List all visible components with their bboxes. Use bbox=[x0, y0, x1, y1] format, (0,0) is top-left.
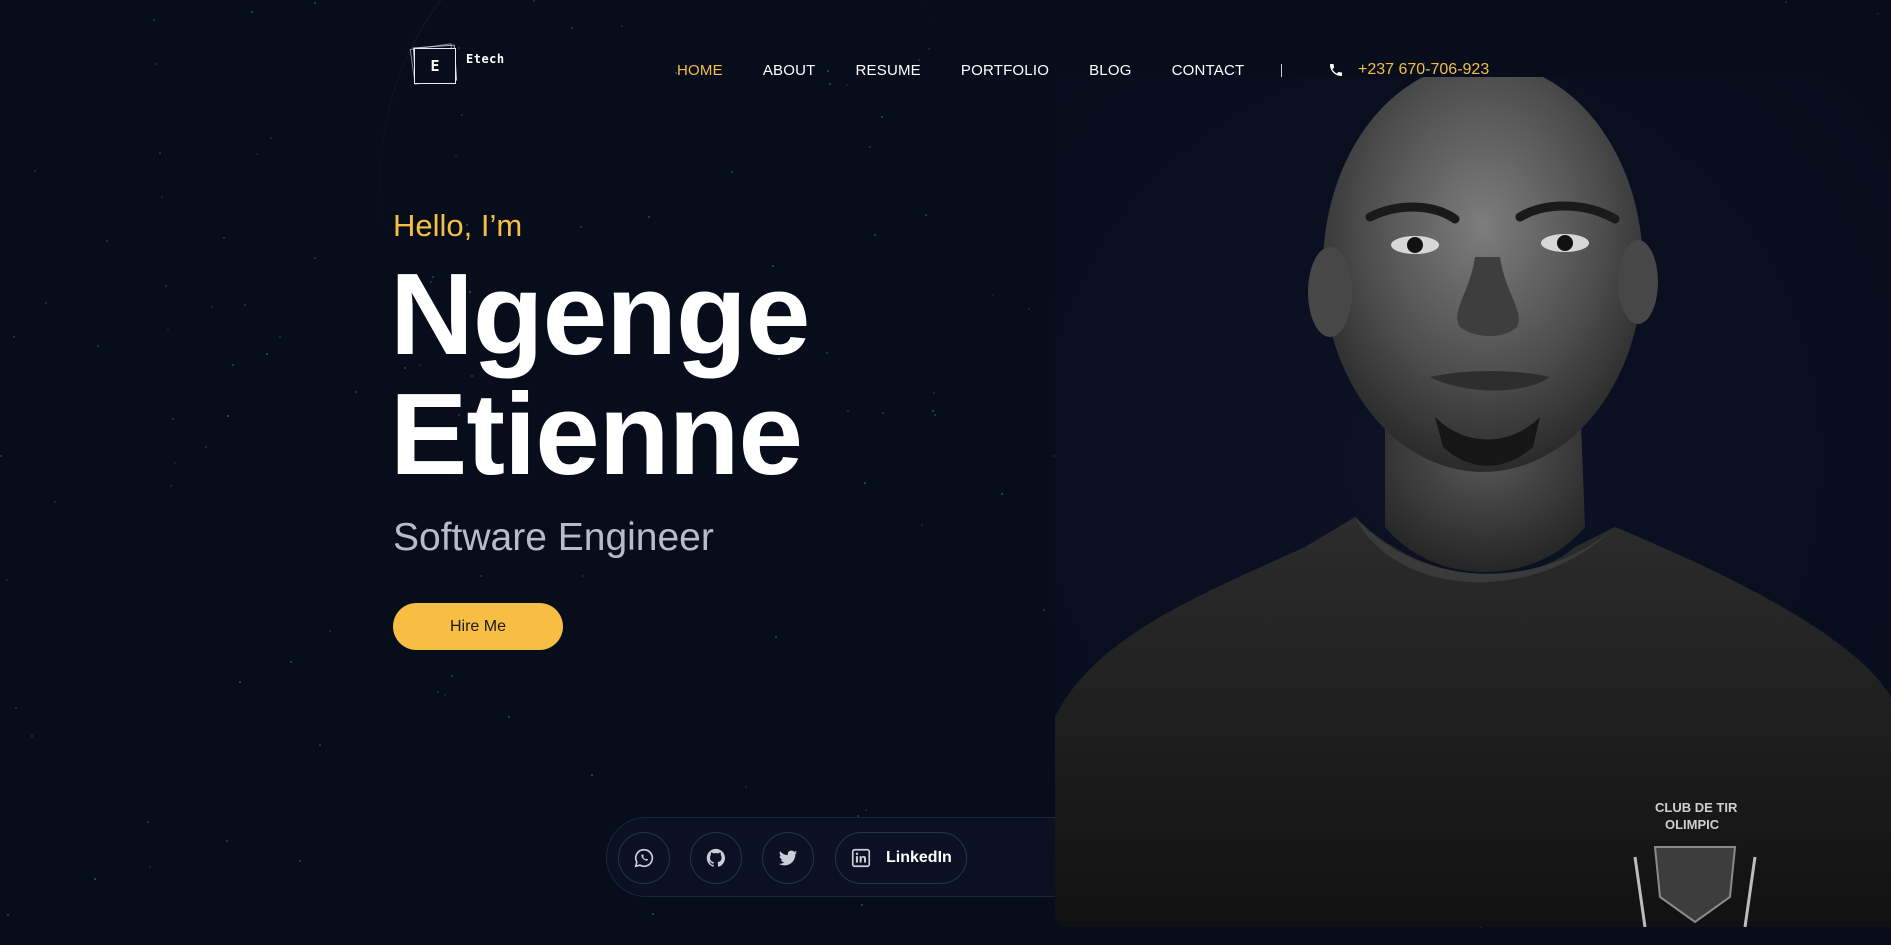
portrait-photo: CLUB DE TIR OLIMPIC bbox=[1055, 77, 1891, 927]
star-dot bbox=[239, 681, 241, 683]
portrait-illustration: CLUB DE TIR OLIMPIC bbox=[1055, 77, 1891, 927]
linkedin-label: LinkedIn bbox=[886, 849, 952, 866]
star-dot bbox=[7, 914, 9, 916]
star-dot bbox=[244, 304, 246, 306]
linkedin-icon bbox=[851, 848, 871, 868]
star-dot bbox=[153, 19, 155, 21]
star-dot bbox=[270, 137, 272, 139]
star-dot bbox=[172, 418, 174, 420]
star-dot bbox=[1043, 609, 1045, 611]
hero-name: Ngenge Etienne bbox=[390, 249, 810, 499]
star-dot bbox=[480, 575, 482, 577]
star-dot bbox=[205, 446, 207, 448]
star-dot bbox=[451, 675, 453, 677]
star-dot bbox=[992, 294, 994, 296]
star-dot bbox=[921, 524, 923, 526]
star-dot bbox=[934, 414, 936, 416]
star-dot bbox=[299, 860, 301, 862]
star-dot bbox=[15, 707, 17, 709]
star-dot bbox=[591, 774, 593, 776]
whatsapp-icon bbox=[634, 848, 654, 868]
star-dot bbox=[167, 329, 169, 331]
star-dot bbox=[170, 485, 172, 487]
hero-first-name: Ngenge bbox=[390, 249, 810, 379]
star-dot bbox=[232, 364, 234, 366]
star-dot bbox=[149, 866, 151, 868]
star-dot bbox=[256, 153, 258, 155]
star-dot bbox=[775, 636, 777, 638]
star-dot bbox=[864, 482, 866, 484]
star-dot bbox=[223, 237, 225, 239]
linkedin-link[interactable]: LinkedIn bbox=[835, 832, 967, 884]
nav-home[interactable]: HOME bbox=[677, 62, 723, 79]
star-dot bbox=[508, 716, 510, 718]
hero-greeting: Hello, I’m bbox=[393, 208, 523, 243]
star-dot bbox=[279, 336, 281, 338]
star-dot bbox=[745, 786, 747, 788]
star-dot bbox=[94, 878, 96, 880]
star-dot bbox=[314, 257, 316, 259]
phone-icon bbox=[1330, 64, 1342, 76]
star-dot bbox=[652, 913, 654, 915]
shirt-print-line2: OLIMPIC bbox=[1665, 817, 1720, 832]
star-dot bbox=[165, 285, 167, 287]
hero-role: Software Engineer bbox=[393, 516, 714, 559]
star-dot bbox=[933, 392, 935, 394]
star-dot bbox=[865, 809, 867, 811]
star-dot bbox=[437, 691, 439, 693]
logo-text: Etech bbox=[466, 52, 505, 66]
star-dot bbox=[159, 152, 161, 154]
star-dot bbox=[882, 412, 884, 414]
star-dot bbox=[861, 904, 863, 906]
star-dot bbox=[1028, 308, 1030, 310]
logo-mark-icon: E bbox=[408, 38, 460, 90]
github-link[interactable] bbox=[690, 832, 742, 884]
star-dot bbox=[314, 2, 316, 4]
star-dot bbox=[932, 410, 934, 412]
star-dot bbox=[97, 345, 99, 347]
star-dot bbox=[329, 630, 331, 632]
star-dot bbox=[211, 306, 213, 308]
star-dot bbox=[54, 501, 56, 503]
star-dot bbox=[13, 336, 15, 338]
hero-last-name: Etienne bbox=[390, 369, 803, 499]
github-icon bbox=[706, 848, 725, 867]
star-dot bbox=[290, 661, 292, 663]
star-dot bbox=[227, 415, 229, 417]
star-dot bbox=[147, 821, 149, 823]
star-dot bbox=[251, 11, 253, 13]
star-dot bbox=[1877, 13, 1879, 15]
star-dot bbox=[34, 170, 36, 172]
nav-resume[interactable]: RESUME bbox=[856, 62, 921, 79]
nav-separator bbox=[1281, 64, 1282, 77]
star-dot bbox=[319, 744, 321, 746]
star-dot bbox=[1785, 1, 1787, 3]
hire-me-button[interactable]: Hire Me bbox=[393, 603, 563, 650]
star-dot bbox=[226, 840, 228, 842]
star-dot bbox=[45, 302, 47, 304]
star-dot bbox=[266, 353, 268, 355]
nav-portfolio[interactable]: PORTFOLIO bbox=[961, 62, 1049, 79]
logo-letter: E bbox=[430, 57, 440, 75]
star-dot bbox=[106, 240, 108, 242]
star-dot bbox=[31, 735, 33, 737]
star-dot bbox=[355, 391, 357, 393]
star-dot bbox=[174, 462, 176, 464]
whatsapp-link[interactable] bbox=[618, 832, 670, 884]
star-dot bbox=[582, 575, 584, 577]
star-dot bbox=[161, 196, 163, 198]
site-logo[interactable]: E Etech bbox=[408, 38, 505, 90]
nav-about[interactable]: ABOUT bbox=[763, 62, 816, 79]
star-dot bbox=[155, 63, 157, 65]
star-dot bbox=[1001, 493, 1003, 495]
twitter-icon bbox=[778, 850, 798, 866]
twitter-link[interactable] bbox=[762, 832, 814, 884]
shirt-print-line1: CLUB DE TIR bbox=[1655, 800, 1738, 815]
star-dot bbox=[0, 455, 2, 457]
star-dot bbox=[6, 579, 8, 581]
star-dot bbox=[444, 694, 446, 696]
